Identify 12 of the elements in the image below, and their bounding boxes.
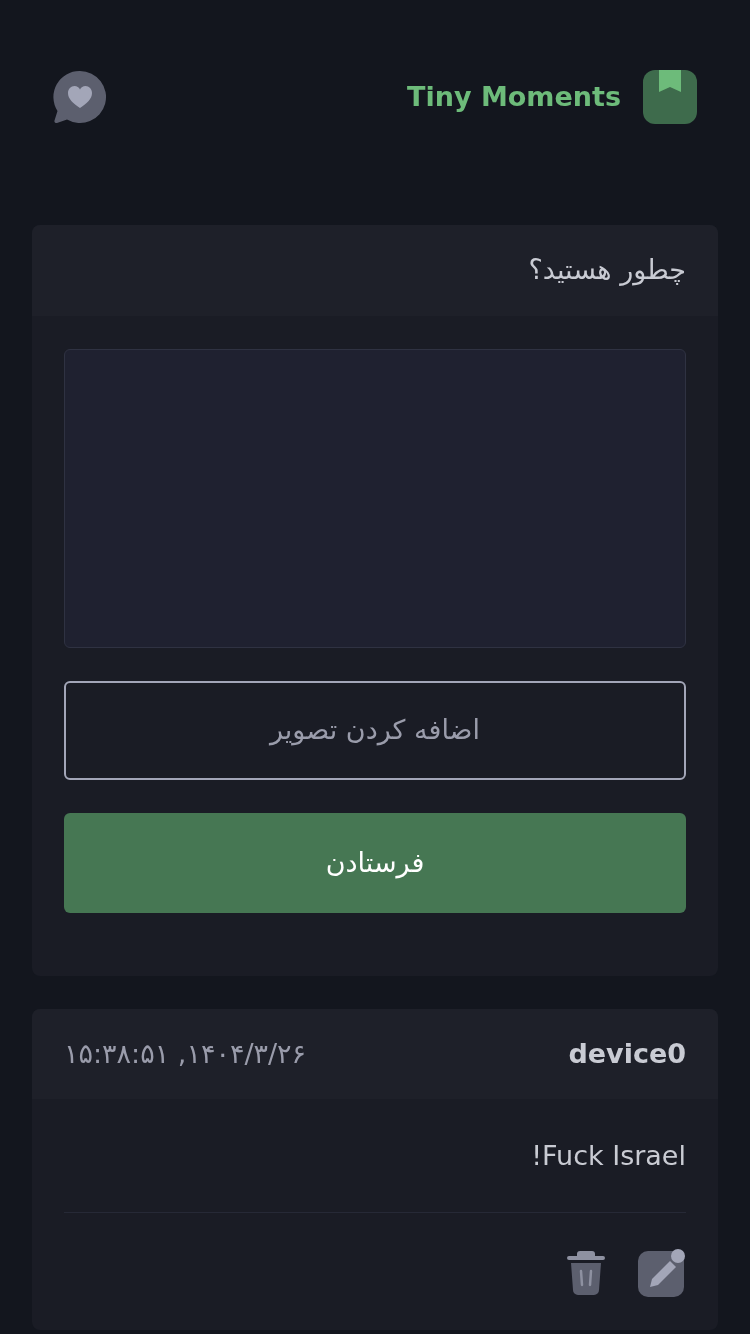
text-area-field[interactable] [64, 349, 686, 648]
card-title: چطور هستید؟ [528, 253, 686, 288]
post-author: device0 [568, 1036, 686, 1071]
post-timestamp: ۱۴۰۴/۳/۲۶, ۱۵:۳۸:۵۱ [64, 1036, 307, 1071]
bookmark-icon [643, 70, 697, 124]
app-title: Tiny Moments [407, 79, 621, 114]
chat-heart-icon[interactable] [53, 70, 107, 124]
submit-button[interactable]: فرستادن [64, 813, 686, 913]
pencil-icon[interactable] [638, 1249, 686, 1297]
trash-icon[interactable] [567, 1251, 605, 1295]
post-text: Fuck Israel! [530, 1139, 686, 1173]
add-image-button[interactable]: اضافه کردن تصویر [64, 681, 686, 780]
